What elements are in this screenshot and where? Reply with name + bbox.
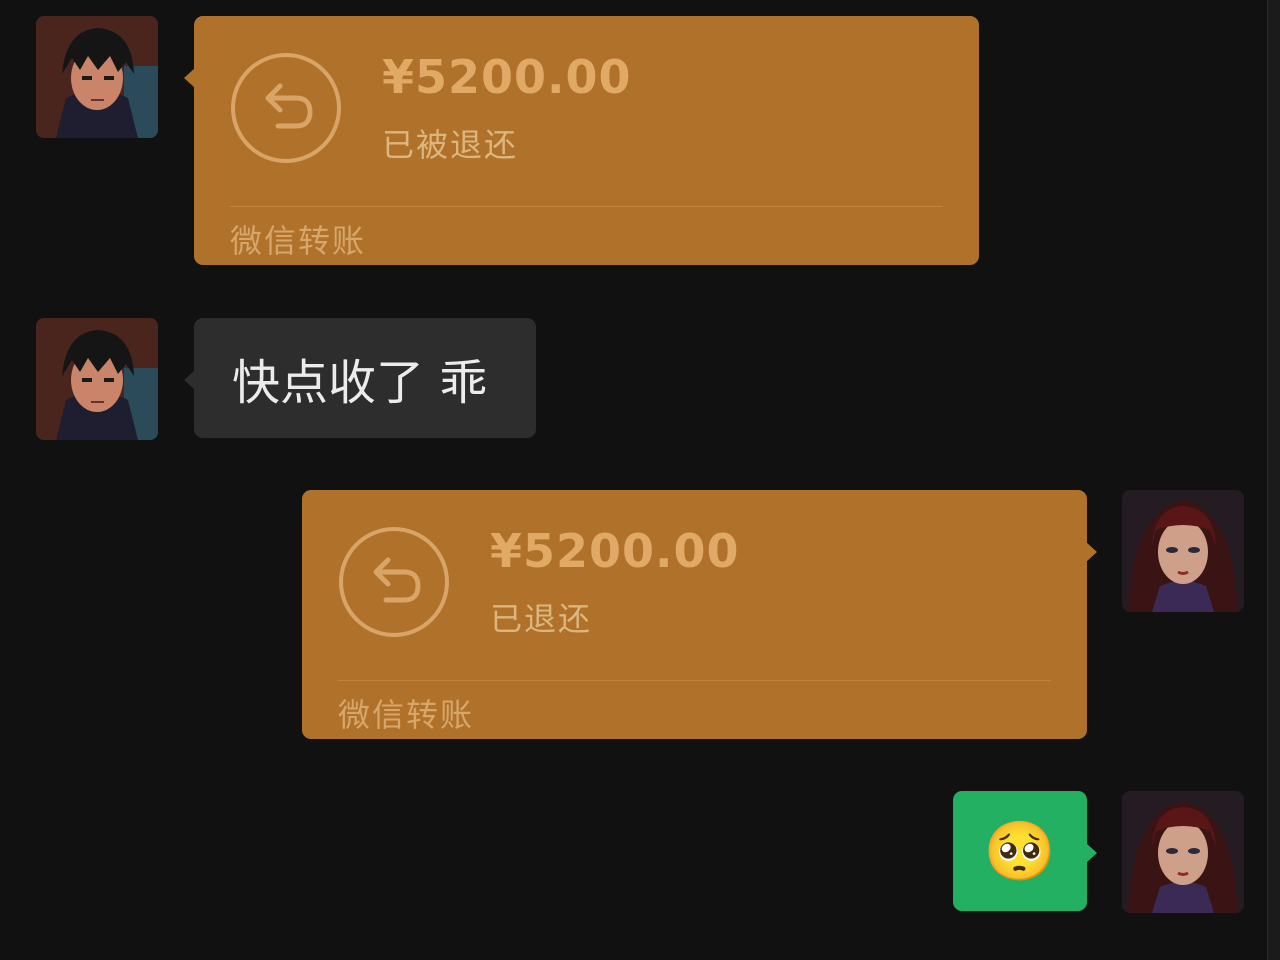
transfer-status: 已被退还 <box>382 126 519 164</box>
emoji-message[interactable]: 🥺 <box>953 791 1097 911</box>
pleading-face-emoji: 🥺 <box>983 817 1057 885</box>
contact-avatar-image <box>36 318 158 440</box>
transfer-message[interactable]: ¥5200.00 已退还 微信转账 <box>302 490 1097 739</box>
transfer-message[interactable]: ¥5200.00 已被退还 微信转账 <box>184 16 979 265</box>
chat-window: ¥5200.00 已被退还 微信转账 快点收了 乖 ¥5200.00 已退还 微… <box>0 0 1280 960</box>
return-arrow-icon <box>339 527 449 637</box>
my-avatar-image <box>1122 791 1244 913</box>
return-arrow-icon <box>231 53 341 163</box>
transfer-status: 已退还 <box>490 600 593 638</box>
my-avatar[interactable] <box>1122 791 1244 913</box>
message-text: 快点收了 乖 <box>232 355 488 411</box>
contact-avatar-image <box>36 16 158 138</box>
contact-avatar[interactable] <box>36 16 158 138</box>
transfer-amount: ¥5200.00 <box>490 524 740 578</box>
transfer-label: 微信转账 <box>230 222 367 260</box>
my-avatar-image <box>1122 490 1244 612</box>
transfer-label: 微信转账 <box>338 696 475 734</box>
scrollbar[interactable] <box>1267 0 1280 960</box>
text-message[interactable]: 快点收了 乖 <box>184 318 536 438</box>
divider <box>230 206 943 207</box>
transfer-amount: ¥5200.00 <box>382 50 632 104</box>
contact-avatar[interactable] <box>36 318 158 440</box>
my-avatar[interactable] <box>1122 490 1244 612</box>
divider <box>338 680 1051 681</box>
